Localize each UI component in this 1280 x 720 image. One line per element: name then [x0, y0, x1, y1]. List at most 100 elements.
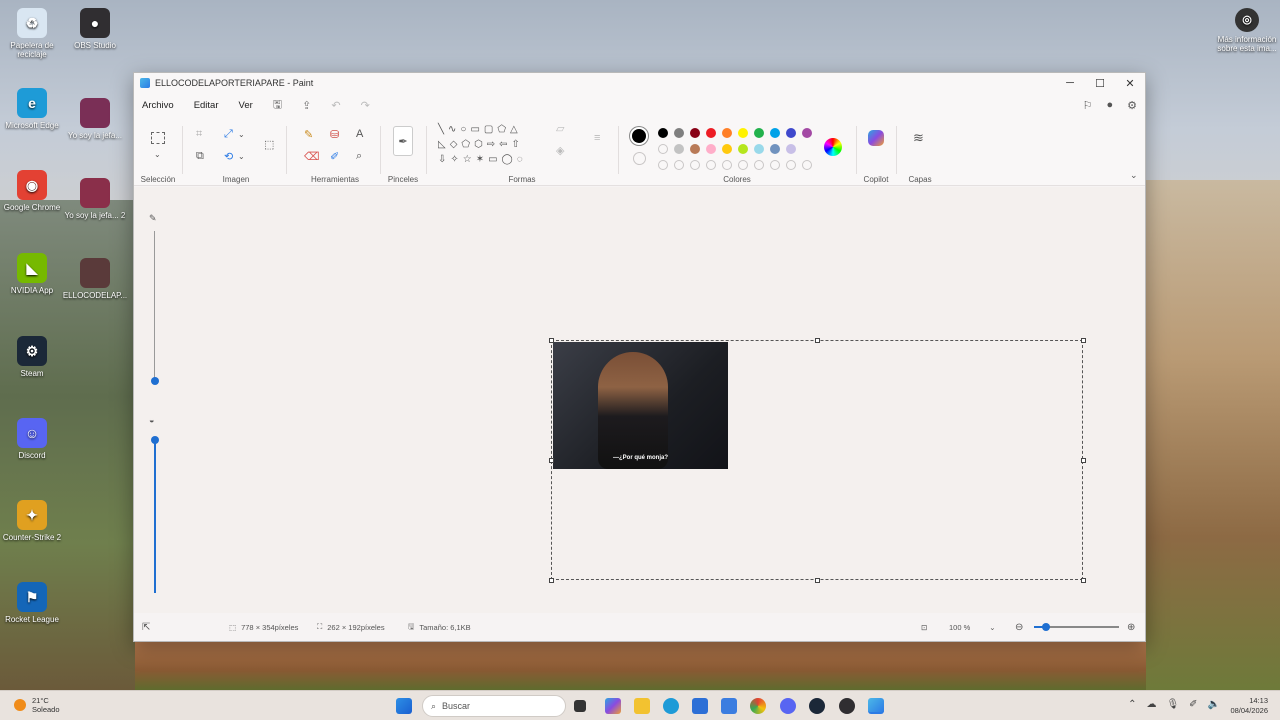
undo-icon[interactable]: ↶: [331, 99, 340, 112]
fit-to-window-icon[interactable]: ⊡: [921, 623, 927, 632]
size-slider-track[interactable]: [154, 231, 155, 383]
color-swatch[interactable]: [706, 128, 716, 138]
edge-taskbar-icon[interactable]: [663, 698, 679, 714]
color-swatch[interactable]: [674, 128, 684, 138]
canvas-area[interactable]: ✎ ◒ —¿Por qué monja?: [134, 187, 1145, 613]
clock[interactable]: 14:13 08/04/2026: [1230, 696, 1268, 716]
title-bar[interactable]: ELLOCODELAPORTERIAPARE - Paint ─ ☐ ✕: [134, 73, 1145, 93]
chrome-taskbar-icon[interactable]: [750, 698, 766, 714]
custom-color-swatch[interactable]: [770, 160, 780, 170]
account-icon[interactable]: ●: [1106, 99, 1113, 112]
custom-color-swatch[interactable]: [786, 160, 796, 170]
volume-icon[interactable]: 🔈: [1208, 699, 1220, 710]
resize-icon[interactable]: ⤢: [224, 128, 233, 141]
desktop-icon[interactable]: Yo soy la jefa... 2: [60, 178, 130, 220]
feedback-icon[interactable]: ⚐: [1083, 99, 1093, 112]
app-taskbar-icon[interactable]: [721, 698, 737, 714]
selection-rectangle[interactable]: [551, 340, 1083, 580]
desktop-icon[interactable]: e Microsoft Edge: [0, 88, 67, 130]
menu-archivo[interactable]: Archivo: [142, 100, 174, 111]
eraser-icon[interactable]: ⌫: [304, 150, 320, 163]
weather-widget[interactable]: 21°C Soleado: [14, 696, 60, 714]
wallpaper-info-shortcut[interactable]: ◎ Más información sobre esta ima...: [1212, 8, 1280, 53]
steam-taskbar-icon[interactable]: [809, 698, 825, 714]
edit-colors-icon[interactable]: [824, 138, 842, 156]
color-swatch[interactable]: [690, 144, 700, 154]
resize-handle[interactable]: [549, 578, 554, 583]
minimize-button[interactable]: ─: [1055, 73, 1085, 93]
network-icon[interactable]: ☁: [1146, 699, 1156, 710]
resize-handle[interactable]: [549, 338, 554, 343]
zoom-slider-thumb[interactable]: [1042, 623, 1050, 631]
chevron-up-icon[interactable]: ⌃: [1128, 699, 1136, 710]
shape-size-icon[interactable]: ≡: [594, 132, 600, 144]
active-color-swatch[interactable]: [630, 127, 648, 145]
task-view-icon[interactable]: [574, 700, 586, 712]
custom-color-swatch[interactable]: [658, 160, 668, 170]
resize-handle[interactable]: [1081, 578, 1086, 583]
color-swatch[interactable]: [674, 144, 684, 154]
chevron-down-icon[interactable]: ⌄: [154, 150, 161, 159]
desktop-icon[interactable]: ◣ NVIDIA App: [0, 253, 67, 295]
pen-icon[interactable]: ✐: [1189, 699, 1197, 710]
desktop-icon[interactable]: ELLOCODELAP...: [60, 258, 130, 300]
color-swatch[interactable]: [802, 128, 812, 138]
color-swatch[interactable]: [786, 144, 796, 154]
windows-start-icon[interactable]: [396, 698, 412, 714]
rotate-chevron-icon[interactable]: ⌄: [238, 152, 245, 161]
menu-ver[interactable]: Ver: [239, 100, 253, 111]
color-swatch[interactable]: [722, 128, 732, 138]
opacity-slider-track[interactable]: [154, 441, 156, 593]
size-slider-thumb[interactable]: [151, 377, 159, 385]
resize-handle[interactable]: [549, 458, 554, 463]
fill-bucket-icon[interactable]: ⛁: [330, 128, 339, 141]
resize-handle[interactable]: [815, 338, 820, 343]
secondary-color-swatch[interactable]: [633, 152, 646, 165]
color-picker-icon[interactable]: ✐: [330, 150, 339, 163]
resize-chevron-icon[interactable]: ⌄: [238, 130, 245, 139]
magnifier-icon[interactable]: ⌕: [356, 150, 362, 163]
pencil-icon[interactable]: ✎: [304, 128, 313, 141]
flip-icon[interactable]: ⧉: [196, 150, 204, 163]
custom-color-swatch[interactable]: [690, 160, 700, 170]
custom-color-swatch[interactable]: [754, 160, 764, 170]
save-icon[interactable]: 🖫: [273, 96, 282, 115]
resize-handle[interactable]: [1081, 458, 1086, 463]
color-swatch[interactable]: [738, 128, 748, 138]
zoom-in-icon[interactable]: ⊕: [1127, 622, 1135, 633]
copilot-taskbar-icon[interactable]: [605, 698, 621, 714]
redo-icon[interactable]: ↷: [361, 99, 370, 112]
zoom-dropdown[interactable]: 100 % ⌄: [949, 623, 996, 632]
shapes-gallery[interactable]: ╲∿○▭▢⬠△ ◺◇⬠⬡⇨⇦⇧ ⇩✧☆✶▭◯◌: [438, 122, 548, 167]
taskbar-search[interactable]: ⌕ Buscar: [422, 695, 566, 717]
custom-color-swatch[interactable]: [722, 160, 732, 170]
text-icon[interactable]: A: [356, 128, 363, 140]
menu-editar[interactable]: Editar: [194, 100, 219, 111]
crop-icon[interactable]: ⌗: [196, 128, 202, 141]
store-icon[interactable]: [692, 698, 708, 714]
desktop-icon[interactable]: ⚑ Rocket League: [0, 582, 67, 624]
color-swatch[interactable]: [690, 128, 700, 138]
share-icon[interactable]: ⇪: [302, 99, 311, 112]
outline-icon[interactable]: ▱: [556, 122, 564, 135]
custom-color-swatch[interactable]: [674, 160, 684, 170]
desktop-icon[interactable]: ✦ Counter-Strike 2: [0, 500, 67, 542]
desktop-icon[interactable]: ◉ Google Chrome: [0, 170, 67, 212]
color-swatch[interactable]: [658, 128, 668, 138]
discord-taskbar-icon[interactable]: [780, 698, 796, 714]
color-swatch[interactable]: [754, 144, 764, 154]
image-select-icon[interactable]: ⬚: [264, 138, 274, 151]
zoom-out-icon[interactable]: ⊖: [1015, 622, 1023, 633]
rotate-icon[interactable]: ⟲: [224, 150, 233, 163]
desktop-icon[interactable]: ☺ Discord: [0, 418, 67, 460]
file-explorer-icon[interactable]: [634, 698, 650, 714]
paint-taskbar-icon[interactable]: [868, 698, 884, 714]
color-swatch[interactable]: [706, 144, 716, 154]
microphone-icon[interactable]: 🎙: [1166, 699, 1179, 710]
select-rectangle-icon[interactable]: [151, 132, 165, 144]
resize-handle[interactable]: [1081, 338, 1086, 343]
desktop-icon[interactable]: ● OBS Studio: [60, 8, 130, 50]
layers-icon[interactable]: ≋: [913, 130, 924, 146]
color-swatch[interactable]: [754, 128, 764, 138]
custom-color-swatch[interactable]: [802, 160, 812, 170]
